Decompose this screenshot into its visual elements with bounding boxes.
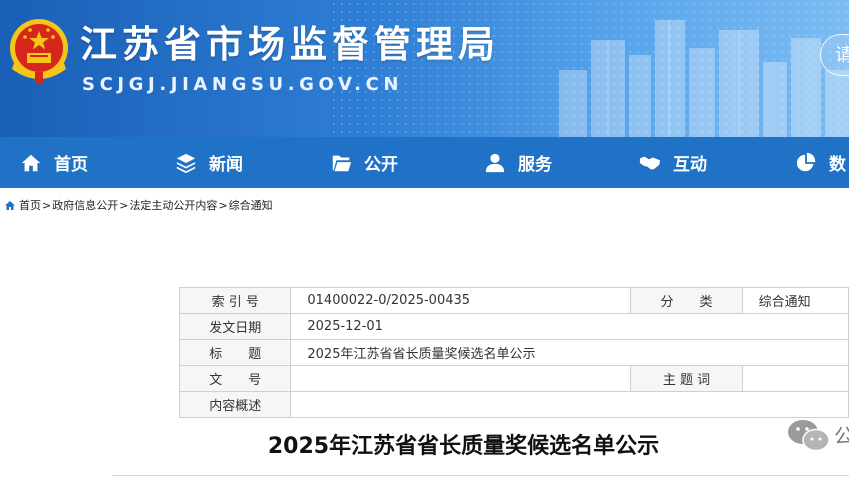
- open-folder-icon: [332, 155, 352, 171]
- breadcrumb-public-info[interactable]: 政府信息公开: [52, 197, 118, 213]
- title-label: 标 题: [178, 339, 292, 366]
- site-domain: SCJGJ.JIANGSU.GOV.CN: [82, 74, 404, 95]
- date-label: 发文日期: [178, 313, 292, 340]
- user-service-icon: [485, 153, 505, 172]
- date-value: 2025-12-01: [290, 313, 849, 340]
- handshake-icon: [639, 156, 661, 169]
- table-row: 文 号 主 题 词: [178, 365, 849, 392]
- nav-item-label: 首页: [54, 155, 88, 175]
- breadcrumb-home[interactable]: 首页: [19, 197, 41, 213]
- title-divider: [112, 475, 849, 476]
- keywords-label: 主 题 词: [630, 365, 743, 392]
- nav-item-label: 公开: [364, 155, 398, 175]
- nav-item-home[interactable]: 首页: [20, 137, 88, 188]
- pie-chart-icon: [796, 152, 816, 171]
- nav-item-service[interactable]: 服务: [484, 137, 552, 188]
- article-title: 2025年江苏省省长质量奖候选名单公示: [267, 434, 660, 459]
- breadcrumb-separator: >: [119, 198, 129, 212]
- nav-item-label: 互动: [673, 155, 707, 175]
- watermark-text: 公: [834, 424, 849, 448]
- breadcrumb: 首页 > 政府信息公开 > 法定主动公开内容 > 综合通知: [4, 197, 273, 213]
- summary-label: 内容概述: [178, 391, 292, 418]
- docno-value: [290, 365, 632, 392]
- summary-value: [290, 391, 849, 418]
- category-value: 综合通知: [741, 287, 849, 314]
- nav-item-label: 新闻: [209, 155, 243, 175]
- table-row: 发文日期 2025-12-01: [178, 313, 849, 340]
- breadcrumb-general-notice[interactable]: 综合通知: [229, 197, 273, 213]
- breadcrumb-separator: >: [42, 198, 52, 212]
- layers-icon: [176, 153, 196, 173]
- docno-label: 文 号: [178, 365, 292, 392]
- keywords-value: [741, 365, 849, 392]
- nav-item-label: 数: [829, 155, 846, 175]
- table-row: 索 引 号 01400022-0/2025-00435 分 类 综合通知: [178, 287, 849, 314]
- document-info-table: 索 引 号 01400022-0/2025-00435 分 类 综合通知 发文日…: [178, 287, 849, 418]
- nav-item-open[interactable]: 公开: [330, 137, 398, 188]
- national-emblem-icon: [10, 19, 68, 84]
- city-skyline-graphic: [559, 20, 849, 137]
- wechat-icon: [788, 420, 830, 452]
- main-nav: 首页 新闻 公开 服务 互动 数: [0, 137, 849, 188]
- site-header: 江苏省市场监督管理局 SCJGJ.JIANGSU.GOV.CN 请: [0, 0, 849, 137]
- table-row: 标 题 2025年江苏省省长质量奖候选名单公示: [178, 339, 849, 366]
- breadcrumb-separator: >: [218, 198, 228, 212]
- title-value: 2025年江苏省省长质量奖候选名单公示: [290, 339, 849, 366]
- index-label: 索 引 号: [178, 287, 292, 314]
- home-small-icon: [5, 200, 15, 210]
- nav-item-label: 服务: [518, 155, 552, 175]
- nav-item-data[interactable]: 数: [795, 137, 846, 188]
- nav-item-news[interactable]: 新闻: [175, 137, 243, 188]
- site-title[interactable]: 江苏省市场监督管理局: [80, 14, 500, 68]
- table-row: 内容概述: [178, 391, 849, 418]
- nav-item-interact[interactable]: 互动: [639, 137, 707, 188]
- breadcrumb-legal-content[interactable]: 法定主动公开内容: [129, 197, 217, 213]
- home-icon: [21, 154, 41, 171]
- category-label: 分 类: [630, 287, 743, 314]
- index-value: 01400022-0/2025-00435: [290, 287, 632, 314]
